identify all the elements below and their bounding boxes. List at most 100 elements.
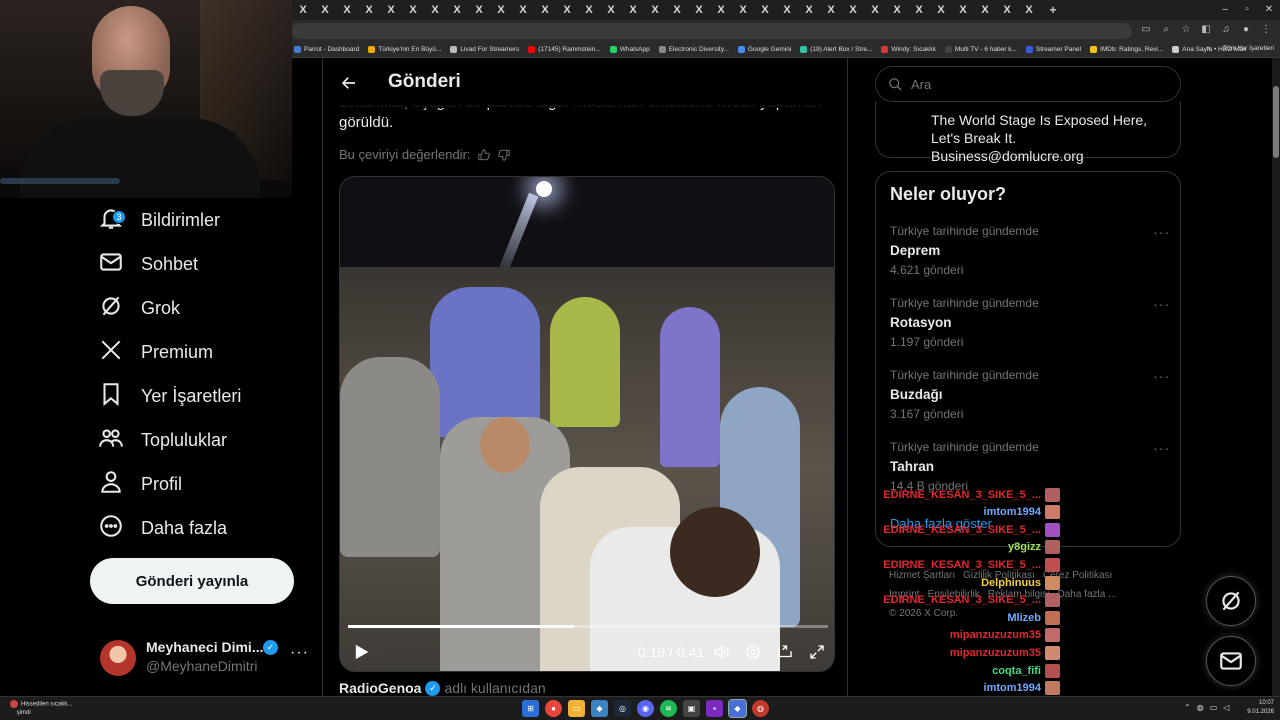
browser-tab-x-icon[interactable]: X bbox=[292, 0, 314, 20]
cast-icon[interactable]: ▭ bbox=[1140, 24, 1152, 36]
bookmark-item[interactable]: Electronic Diversity... bbox=[658, 46, 729, 53]
browser-tab-x-icon[interactable]: X bbox=[358, 0, 380, 20]
bookmark-item[interactable]: (17145) Rammstein... bbox=[528, 46, 601, 53]
bookmark-item[interactable]: IMDb: Ratings, Revi... bbox=[1090, 46, 1163, 53]
spotify-icon[interactable]: ≋ bbox=[660, 700, 677, 717]
nav-item-sohbet[interactable]: Sohbet bbox=[98, 244, 198, 284]
browser-tab-x-icon[interactable]: X bbox=[556, 0, 578, 20]
nav-item-topluluklar[interactable]: Topluluklar bbox=[98, 420, 227, 460]
account-switcher[interactable]: Meyhaneci Dimi... ✓ @MeyhaneDimitri ··· bbox=[100, 636, 310, 680]
discord-icon[interactable]: ◉ bbox=[637, 700, 654, 717]
browser-tab-x-icon[interactable]: X bbox=[754, 0, 776, 20]
settings-gear-icon[interactable] bbox=[744, 643, 762, 661]
bookmark-item[interactable]: WhatsApp bbox=[609, 46, 650, 53]
browser-tab-x-icon[interactable]: X bbox=[930, 0, 952, 20]
volume-icon[interactable]: ◁ bbox=[1223, 703, 1229, 712]
file-explorer-icon[interactable]: ▭ bbox=[568, 700, 585, 717]
app-icon[interactable]: ◍ bbox=[752, 700, 769, 717]
bookmark-item[interactable]: Livad For Streamers bbox=[450, 46, 519, 53]
browser-tab-x-icon[interactable]: X bbox=[534, 0, 556, 20]
extensions-icon[interactable]: ◧ bbox=[1200, 24, 1212, 36]
messages-fab-button[interactable] bbox=[1206, 636, 1256, 686]
tray-chevron-icon[interactable]: ⌃ bbox=[1184, 703, 1191, 712]
trend-item[interactable]: Türkiye tarihinde gündemde Rotasyon 1.197 … bbox=[890, 296, 1170, 356]
media-icon[interactable]: ♫ bbox=[1220, 24, 1232, 36]
chrome-icon[interactable]: ● bbox=[545, 700, 562, 717]
volume-icon[interactable] bbox=[712, 643, 730, 661]
post-button[interactable]: Gönderi yayınla bbox=[90, 558, 294, 604]
browser-tab-x-icon[interactable]: X bbox=[468, 0, 490, 20]
search-box[interactable] bbox=[875, 66, 1181, 102]
trend-item[interactable]: Türkiye tarihinde gündemde Deprem 4.621 gö… bbox=[890, 224, 1170, 284]
nav-item-profil[interactable]: Profil bbox=[98, 464, 182, 504]
windows-start-icon[interactable]: ⊞ bbox=[522, 700, 539, 717]
taskbar-clock[interactable]: 10:07 9.01.2026 bbox=[1242, 699, 1274, 717]
browser-tab-x-icon[interactable]: X bbox=[490, 0, 512, 20]
thumbs-up-icon[interactable] bbox=[477, 148, 491, 162]
browser-tab-x-icon[interactable]: X bbox=[380, 0, 402, 20]
browser-tab-x-icon[interactable]: X bbox=[886, 0, 908, 20]
app-icon[interactable]: ◆ bbox=[591, 700, 608, 717]
browser-tab-x-icon[interactable]: X bbox=[644, 0, 666, 20]
picture-in-picture-icon[interactable] bbox=[776, 643, 794, 661]
browser-tab-x-icon[interactable]: X bbox=[776, 0, 798, 20]
nav-item-bildirimler[interactable]: 3 Bildirimler bbox=[98, 200, 220, 240]
post-author[interactable]: RadioGenoa ✓ adlı kullanıcıdan bbox=[339, 680, 546, 696]
browser-tab-x-icon[interactable]: X bbox=[314, 0, 336, 20]
browser-tab-x-icon[interactable]: X bbox=[710, 0, 732, 20]
bookmark-item[interactable]: Windy: Sıcaklık bbox=[881, 46, 936, 53]
video-progress-bar[interactable] bbox=[348, 625, 828, 628]
fullscreen-icon[interactable] bbox=[808, 643, 826, 661]
browser-tab-x-icon[interactable]: X bbox=[402, 0, 424, 20]
maximize-icon[interactable]: ▫ bbox=[1236, 0, 1258, 20]
page-scrollbar[interactable] bbox=[1272, 58, 1280, 696]
browser-tab-x-icon[interactable]: X bbox=[908, 0, 930, 20]
browser-tab-x-icon[interactable]: X bbox=[996, 0, 1018, 20]
nav-item-grok[interactable]: Grok bbox=[98, 288, 180, 328]
url-field[interactable] bbox=[292, 23, 1132, 39]
search-input[interactable] bbox=[911, 76, 1151, 92]
star-icon[interactable]: ☆ bbox=[1180, 24, 1192, 36]
bookmark-item[interactable]: Streamer Panel bbox=[1025, 46, 1081, 53]
browser-tab-x-icon[interactable]: X bbox=[600, 0, 622, 20]
app-icon[interactable]: ▣ bbox=[683, 700, 700, 717]
browser-tab-x-icon[interactable]: X bbox=[732, 0, 754, 20]
bookmark-item[interactable]: Multi TV - 6 haber k... bbox=[944, 46, 1017, 53]
trend-more-icon[interactable]: ··· bbox=[1153, 440, 1170, 456]
browser-tab-x-icon[interactable]: X bbox=[1018, 0, 1040, 20]
menu-icon[interactable]: ⋮ bbox=[1260, 24, 1272, 36]
play-icon[interactable] bbox=[352, 643, 370, 661]
browser-tab-x-icon[interactable]: X bbox=[622, 0, 644, 20]
steam-icon[interactable]: ◎ bbox=[614, 700, 631, 717]
thumbs-down-icon[interactable] bbox=[497, 148, 511, 162]
browser-tab-x-icon[interactable]: X bbox=[512, 0, 534, 20]
close-window-icon[interactable]: ✕ bbox=[1258, 0, 1280, 20]
trend-item[interactable]: Türkiye tarihinde gündemde Buzdağı 3.167 g… bbox=[890, 368, 1170, 428]
nav-item-yer-i-aretleri[interactable]: Yer İşaretleri bbox=[98, 376, 241, 416]
browser-tab-x-icon[interactable]: X bbox=[424, 0, 446, 20]
back-arrow-icon[interactable] bbox=[337, 71, 361, 95]
trend-more-icon[interactable]: ··· bbox=[1153, 368, 1170, 384]
trend-more-icon[interactable]: ··· bbox=[1153, 224, 1170, 240]
new-tab-button[interactable]: + bbox=[1042, 0, 1064, 20]
tray-app-icon[interactable]: ◍ bbox=[1197, 703, 1204, 712]
taskbar-notification[interactable]: Hissedilen sıcakk... şimdi bbox=[10, 700, 72, 717]
browser-tab-x-icon[interactable]: X bbox=[688, 0, 710, 20]
trend-more-icon[interactable]: ··· bbox=[1153, 296, 1170, 312]
bookmark-item[interactable]: (19) Alert Box / Stre... bbox=[800, 46, 872, 53]
bookmark-item[interactable]: Parrot - Dashboard bbox=[294, 46, 359, 53]
bookmark-item[interactable]: Google Gemini bbox=[737, 46, 791, 53]
app-icon[interactable]: ▪ bbox=[706, 700, 723, 717]
nav-item-premium[interactable]: Premium bbox=[98, 332, 213, 372]
all-bookmarks[interactable]: » Tüm Yer İşaretleri bbox=[1207, 45, 1274, 52]
browser-tab-x-icon[interactable]: X bbox=[446, 0, 468, 20]
browser-tab-x-icon[interactable]: X bbox=[820, 0, 842, 20]
browser-tab-x-icon[interactable]: X bbox=[578, 0, 600, 20]
browser-tab-x-icon[interactable]: X bbox=[336, 0, 358, 20]
nav-item-daha-fazla[interactable]: Daha fazla bbox=[98, 508, 227, 548]
zoom-icon[interactable]: ⌕ bbox=[1160, 24, 1172, 36]
browser-tab-x-icon[interactable]: X bbox=[798, 0, 820, 20]
browser-tab-x-icon[interactable]: X bbox=[842, 0, 864, 20]
footer-link[interactable]: Daha fazla ... bbox=[1057, 589, 1116, 600]
video-player[interactable]: 0:19 / 0:41 bbox=[339, 176, 835, 672]
